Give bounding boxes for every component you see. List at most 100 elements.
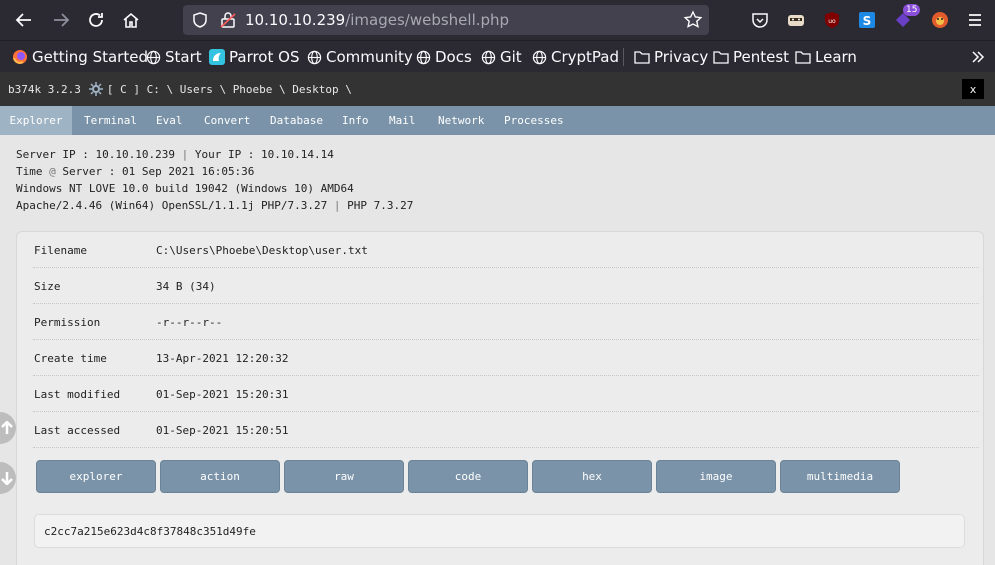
bookmark-community[interactable]: Community	[307, 47, 413, 67]
time-line: Time @ Server : 01 Sep 2021 16:05:36	[16, 165, 254, 178]
bookmark-label: Start	[165, 48, 202, 66]
back-button[interactable]	[12, 8, 36, 32]
menu-network[interactable]: Network	[438, 106, 484, 135]
table-row: Last accessed 01-Sep-2021 15:20:51	[33, 412, 979, 448]
property-key: Create time	[34, 352, 107, 365]
globe-icon	[481, 50, 496, 64]
fox-avatar-icon	[932, 12, 948, 28]
bookmark-start[interactable]: Start	[146, 47, 202, 67]
property-value: 01-Sep-2021 15:20:31	[156, 388, 289, 401]
bookmark-label: Parrot OS	[229, 48, 300, 66]
hex-button[interactable]: hex	[532, 460, 652, 493]
reload-button[interactable]	[84, 8, 108, 32]
explorer-button[interactable]: explorer	[36, 460, 156, 493]
chevron-double-right-icon	[972, 51, 985, 63]
scroll-up-button[interactable]	[0, 412, 16, 444]
bookmarks-bar: Getting Started Start Parrot OS Communit…	[0, 40, 995, 72]
arrow-up-icon	[1, 421, 13, 434]
arrow-left-icon	[15, 13, 31, 27]
bookmark-git[interactable]: Git	[481, 47, 522, 67]
php-version: PHP 7.3.27	[347, 199, 414, 212]
bookmark-parrot-os[interactable]: Parrot OS	[209, 47, 299, 67]
code-button[interactable]: code	[408, 460, 528, 493]
url-text: 10.10.10.239/images/webshell.php	[245, 11, 509, 29]
file-content: c2cc7a215e623d4c8f37848c351d49fe	[34, 514, 965, 548]
globe-icon	[146, 50, 161, 64]
ninja-cat-icon	[788, 15, 804, 26]
ublock-icon: uo	[825, 12, 839, 28]
current-path[interactable]: [ C ] C: \ Users \ Phoebe \ Desktop \	[107, 83, 352, 96]
menu-database[interactable]: Database	[270, 106, 323, 135]
reload-icon	[89, 13, 103, 27]
software-line: Apache/2.4.46 (Win64) OpenSSL/1.1.1j PHP…	[16, 199, 413, 212]
apache-version: Apache/2.4.46 (Win64) OpenSSL/1.1.1j PHP…	[16, 199, 328, 212]
bookmark-cryptpad[interactable]: CryptPad	[532, 47, 619, 67]
folder-icon	[713, 50, 729, 64]
os-line: Windows NT LOVE 10.0 build 19042 (Window…	[16, 182, 354, 195]
image-button[interactable]: image	[656, 460, 776, 493]
scroll-down-button[interactable]	[0, 462, 16, 494]
separator: |	[333, 199, 341, 212]
menu-terminal[interactable]: Terminal	[84, 106, 137, 135]
property-key: Last accessed	[34, 424, 121, 437]
home-icon	[123, 12, 139, 28]
menu-processes[interactable]: Processes	[504, 106, 564, 135]
hamburger-menu-icon	[969, 14, 981, 26]
globe-icon	[416, 50, 431, 64]
bookmark-folder-privacy[interactable]: Privacy	[634, 47, 708, 67]
bookmark-folder-pentest[interactable]: Pentest	[713, 47, 789, 67]
app-menu-button[interactable]	[965, 10, 985, 30]
menu-mail[interactable]: Mail	[389, 106, 416, 135]
s-logo-icon: S	[859, 12, 875, 28]
arrow-right-icon	[54, 13, 70, 27]
shell-version: b374k 3.2.3	[8, 82, 81, 96]
bookmark-label: Learn	[815, 48, 857, 66]
close-button[interactable]: x	[962, 79, 984, 99]
menu-info[interactable]: Info	[342, 106, 369, 135]
s-extension-button[interactable]: S	[857, 10, 877, 30]
gear-icon	[88, 82, 103, 96]
forward-button[interactable]	[49, 8, 73, 32]
bookmark-folder-learn[interactable]: Learn	[795, 47, 857, 67]
at-sign: @	[49, 165, 56, 178]
multimedia-button[interactable]: multimedia	[780, 460, 900, 493]
property-value: -r--r--r--	[156, 316, 223, 329]
shell-menu: Explorer Terminal Eval Convert Database …	[0, 106, 995, 135]
folder-icon	[795, 50, 811, 64]
table-row: Size 34 B (34)	[33, 268, 979, 304]
menu-explorer[interactable]: Explorer	[0, 106, 72, 135]
table-row: Permission -r--r--r--	[33, 304, 979, 340]
ublock-button[interactable]: uo	[822, 10, 842, 30]
bookmark-docs[interactable]: Docs	[416, 47, 472, 67]
property-key: Filename	[34, 244, 87, 257]
your-ip: Your IP : 10.10.14.14	[194, 148, 334, 161]
extension-button-1[interactable]	[786, 10, 806, 30]
separator: |	[181, 148, 189, 161]
bookmarks-overflow-button[interactable]	[970, 47, 990, 67]
insecure-lock-icon[interactable]	[219, 11, 237, 29]
shield-icon[interactable]	[191, 11, 209, 29]
shell-header: b374k 3.2.3 [ C ] C: \ Users \ Phoebe \ …	[0, 72, 995, 106]
folder-icon	[634, 50, 650, 64]
menu-convert[interactable]: Convert	[204, 106, 250, 135]
server-ip: Server IP : 10.10.10.239	[16, 148, 175, 161]
bookmark-label: Getting Started	[32, 48, 148, 66]
bookmark-label: Community	[326, 48, 413, 66]
extension-button-fox[interactable]	[930, 10, 950, 30]
home-button[interactable]	[119, 8, 143, 32]
firefox-icon	[13, 50, 27, 64]
shell-title: b374k 3.2.3 [ C ] C: \ Users \ Phoebe \ …	[8, 82, 352, 96]
address-bar[interactable]: 10.10.10.239/images/webshell.php	[183, 5, 709, 35]
server-ip-line: Server IP : 10.10.10.239 | Your IP : 10.…	[16, 148, 334, 161]
bookmark-star-icon[interactable]	[683, 10, 703, 30]
server-time: Server : 01 Sep 2021 16:05:36	[62, 165, 255, 178]
bookmark-getting-started[interactable]: Getting Started	[12, 47, 148, 67]
raw-button[interactable]: raw	[284, 460, 404, 493]
property-value: 01-Sep-2021 15:20:51	[156, 424, 289, 437]
svg-text:uo: uo	[828, 18, 836, 25]
menu-eval[interactable]: Eval	[156, 106, 183, 135]
pocket-button[interactable]	[750, 10, 770, 30]
table-row: Create time 13-Apr-2021 12:20:32	[33, 340, 979, 376]
action-button[interactable]: action	[160, 460, 280, 493]
bookmark-label: Privacy	[654, 48, 709, 66]
